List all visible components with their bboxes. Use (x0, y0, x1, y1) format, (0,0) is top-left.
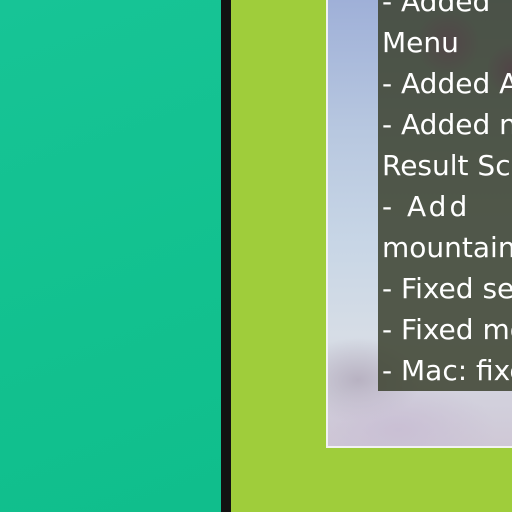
game-screenshot-thumbnail[interactable]: - Added Menu - Added A - Added n Result … (326, 0, 512, 448)
changelog-line: - Added A (382, 67, 512, 100)
changelog-line: - Fixed mo (382, 313, 512, 346)
left-color-panel (0, 0, 221, 512)
changelog-line: - Mac: fixe (382, 354, 512, 387)
changelog-line: mountain/ (382, 231, 512, 264)
changelog-line: Result Scr (382, 149, 512, 182)
changelog-overlay: - Added Menu - Added A - Added n Result … (378, 0, 512, 391)
changelog-line: - Add (382, 190, 471, 223)
changelog-line: Menu (382, 26, 459, 59)
changelog-line: - Fixed sev (382, 272, 512, 305)
changelog-line: - Added n (382, 108, 512, 141)
panel-divider (221, 0, 231, 512)
changelog-line: - Added (382, 0, 491, 18)
